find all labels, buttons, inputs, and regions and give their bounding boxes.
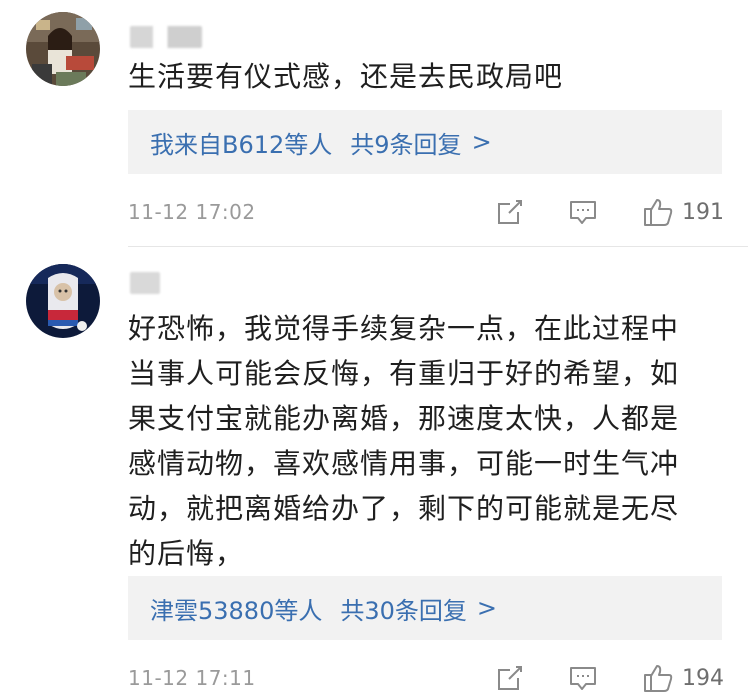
like-count: 191 bbox=[682, 199, 724, 225]
avatar[interactable] bbox=[26, 264, 100, 338]
comment-meta: 11-12 17:11 194 bbox=[128, 660, 724, 696]
replies-count: 共30条回复 bbox=[340, 596, 467, 625]
share-button[interactable] bbox=[496, 198, 524, 226]
replies-count: 共9条回复 bbox=[350, 130, 462, 159]
like-count: 194 bbox=[682, 665, 724, 691]
comment-item: 好恐怖，我觉得手续复杂一点，在此过程中 当事人可能会反悔，有重归于好的希望，如 … bbox=[0, 248, 748, 700]
replies-preview-button[interactable]: 我来自B612等人 共9条回复 > bbox=[128, 110, 722, 174]
share-icon bbox=[498, 666, 522, 690]
replies-from: 津雲53880等人 bbox=[150, 596, 323, 625]
timestamp: 11-12 17:02 bbox=[128, 200, 256, 224]
avatar-photo bbox=[26, 264, 100, 338]
replies-preview-button[interactable]: 津雲53880等人 共30条回复 > bbox=[128, 576, 722, 640]
share-icon bbox=[498, 200, 522, 224]
share-button[interactable] bbox=[496, 664, 524, 692]
avatar[interactable] bbox=[26, 12, 100, 86]
chevron-right-icon: > bbox=[476, 594, 498, 622]
comment-actions: 194 bbox=[496, 663, 724, 693]
comment-item: 生活要有仪式感，还是去民政局吧 我来自B612等人 共9条回复 > 11-12 … bbox=[0, 0, 748, 248]
username-redacted bbox=[130, 272, 160, 294]
thumbs-up-icon bbox=[644, 665, 673, 692]
timestamp: 11-12 17:11 bbox=[128, 666, 256, 690]
reply-icon bbox=[570, 667, 596, 690]
avatar-photo bbox=[26, 12, 100, 86]
thumbs-up-icon bbox=[644, 199, 673, 226]
reply-icon bbox=[570, 201, 596, 224]
like-button[interactable]: 194 bbox=[642, 663, 724, 693]
reply-button[interactable] bbox=[568, 198, 598, 226]
comment-text: 生活要有仪式感，还是去民政局吧 bbox=[128, 60, 564, 93]
comment-divider bbox=[128, 246, 748, 247]
chevron-right-icon: > bbox=[471, 128, 492, 156]
comment-text: 好恐怖，我觉得手续复杂一点，在此过程中 当事人可能会反悔，有重归于好的希望，如 … bbox=[128, 312, 680, 570]
replies-from: 我来自B612等人 bbox=[150, 130, 333, 159]
comment-meta: 11-12 17:02 191 bbox=[128, 194, 724, 230]
comment-actions: 191 bbox=[496, 197, 724, 227]
like-button[interactable]: 191 bbox=[642, 197, 724, 227]
username-redacted bbox=[130, 26, 202, 48]
reply-button[interactable] bbox=[568, 664, 598, 692]
